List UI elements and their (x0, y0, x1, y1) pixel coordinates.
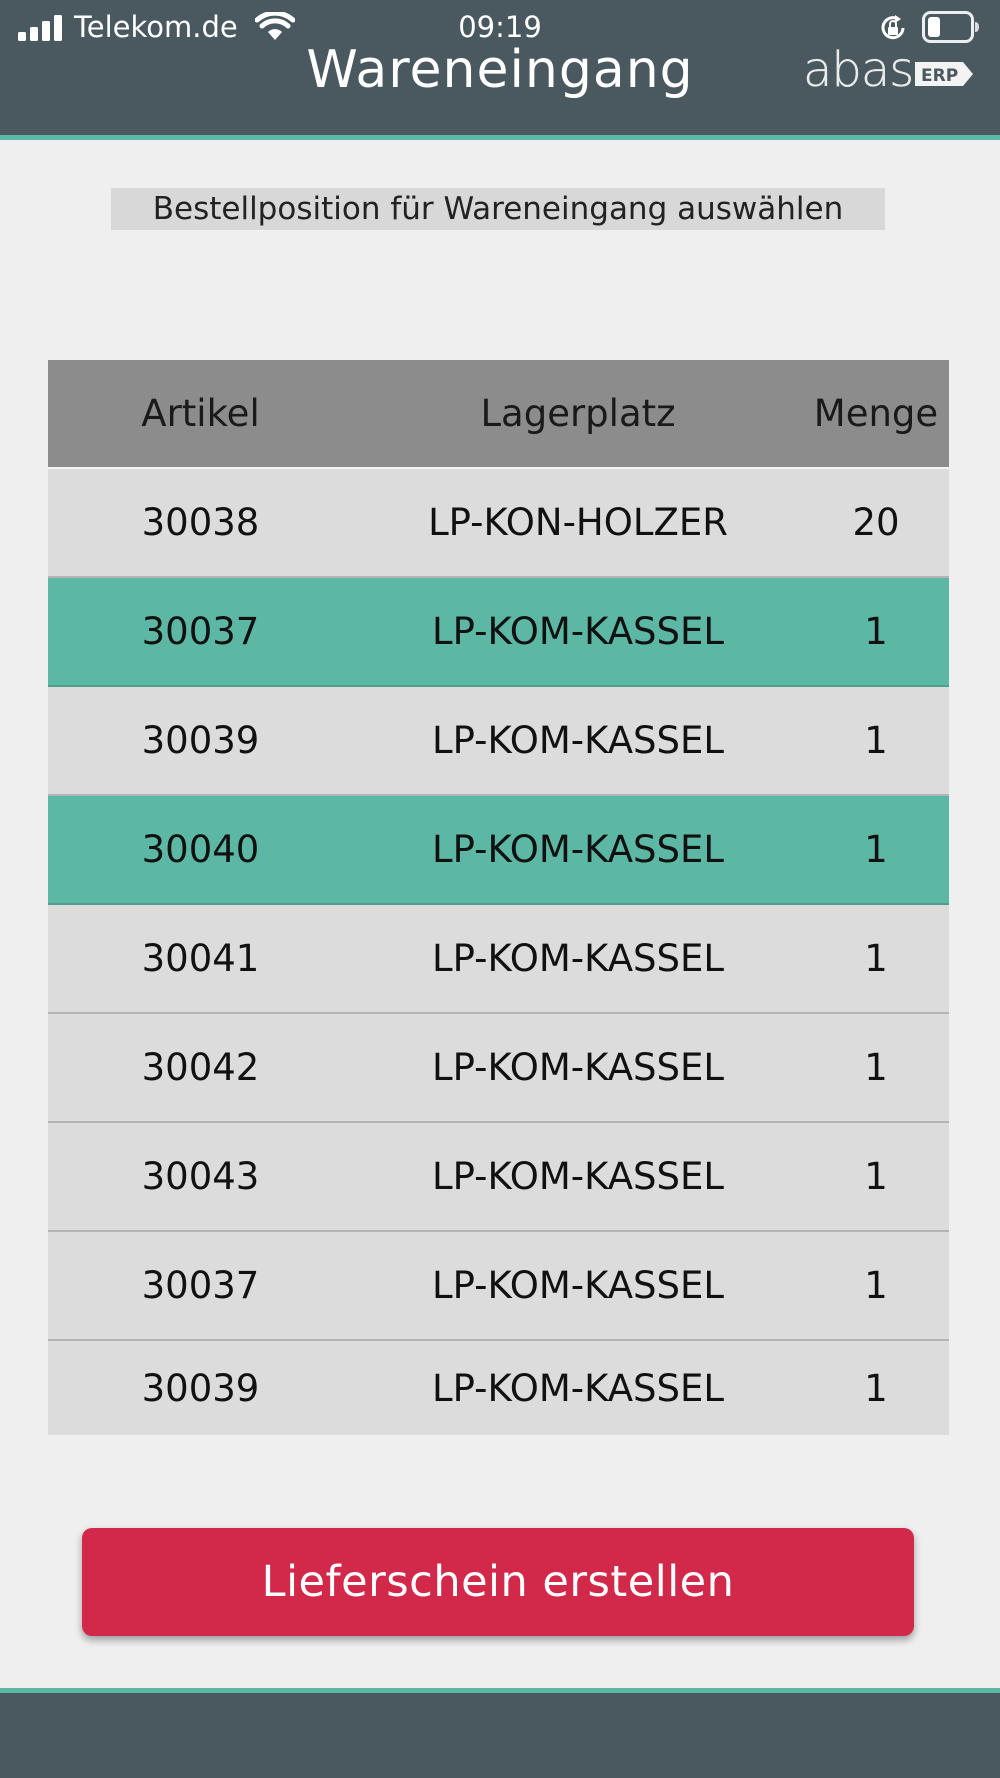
table-row[interactable]: 30039 LP-KOM-KASSEL 1 (48, 1341, 949, 1435)
cell-lagerplatz: LP-KOM-KASSEL (432, 828, 724, 871)
table-row[interactable]: 30041 LP-KOM-KASSEL 1 (48, 905, 949, 1014)
table-header: Artikel Lagerplatz Menge (48, 360, 949, 469)
cell-menge: 1 (864, 719, 888, 762)
cell-artikel: 30040 (141, 828, 260, 871)
cell-menge: 1 (864, 1264, 888, 1307)
app-header: Telekom.de 09:19 Wareneingang abas ERP (0, 0, 1000, 140)
table-row[interactable]: 30039 LP-KOM-KASSEL 1 (48, 687, 949, 796)
cell-lagerplatz: LP-KON-HOLZER (428, 501, 728, 544)
column-header-lagerplatz: Lagerplatz (480, 392, 676, 435)
table-row[interactable]: 30042 LP-KOM-KASSEL 1 (48, 1014, 949, 1123)
erp-tag-icon: ERP (915, 62, 973, 86)
create-delivery-note-button[interactable]: Lieferschein erstellen (82, 1528, 914, 1636)
logo-text: abas (803, 42, 915, 98)
cell-menge: 20 (852, 501, 900, 544)
table-row[interactable]: 30038 LP-KON-HOLZER 20 (48, 469, 949, 578)
instruction-label: Bestellposition für Wareneingang auswähl… (111, 188, 885, 230)
cell-artikel: 30037 (141, 1264, 260, 1307)
table-row[interactable]: 30043 LP-KOM-KASSEL 1 (48, 1123, 949, 1232)
cell-lagerplatz: LP-KOM-KASSEL (432, 937, 724, 980)
cell-menge: 1 (864, 1155, 888, 1198)
cell-artikel: 30041 (141, 937, 260, 980)
app-footer (0, 1688, 1000, 1778)
abas-erp-logo: abas ERP (803, 44, 973, 96)
table-row[interactable]: 30040 LP-KOM-KASSEL 1 (48, 796, 949, 905)
logo-tag-text: ERP (921, 66, 958, 86)
cell-lagerplatz: LP-KOM-KASSEL (432, 719, 724, 762)
cell-artikel: 30043 (141, 1155, 260, 1198)
cell-lagerplatz: LP-KOM-KASSEL (432, 1046, 724, 1089)
cell-lagerplatz: LP-KOM-KASSEL (432, 1366, 724, 1410)
cell-artikel: 30042 (141, 1046, 260, 1089)
order-position-table: Artikel Lagerplatz Menge 30038 LP-KON-HOL… (48, 360, 949, 1435)
cell-menge: 1 (864, 937, 888, 980)
cell-artikel: 30038 (141, 501, 260, 544)
cell-menge: 1 (864, 1366, 888, 1410)
cell-lagerplatz: LP-KOM-KASSEL (432, 1155, 724, 1198)
cell-artikel: 30039 (141, 1366, 260, 1410)
cell-menge: 1 (864, 828, 888, 871)
table-row[interactable]: 30037 LP-KOM-KASSEL 1 (48, 578, 949, 687)
column-header-artikel: Artikel (141, 392, 260, 435)
cell-lagerplatz: LP-KOM-KASSEL (432, 610, 724, 653)
cell-artikel: 30037 (141, 610, 260, 653)
cell-lagerplatz: LP-KOM-KASSEL (432, 1264, 724, 1307)
cell-artikel: 30039 (141, 719, 260, 762)
column-header-menge: Menge (813, 392, 939, 435)
cell-menge: 1 (864, 610, 888, 653)
table-row[interactable]: 30037 LP-KOM-KASSEL 1 (48, 1232, 949, 1341)
cell-menge: 1 (864, 1046, 888, 1089)
